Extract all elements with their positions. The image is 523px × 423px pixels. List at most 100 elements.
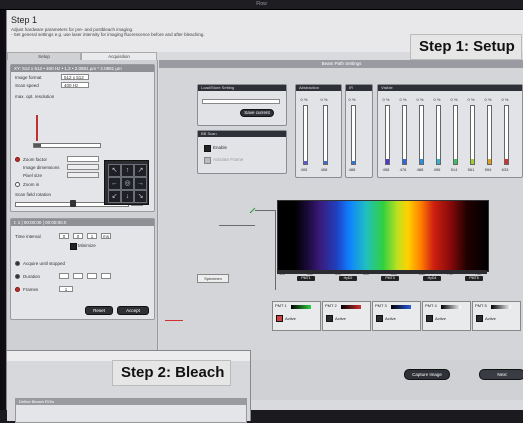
pan-down-icon[interactable]: ↓ (121, 190, 134, 203)
time-hours-input[interactable]: 0 (59, 233, 69, 239)
reset-button[interactable]: Reset (85, 306, 113, 315)
next-button[interactable]: Next (479, 369, 523, 380)
detector-range-4[interactable]: HyD4 (423, 276, 441, 281)
laser-slider-594[interactable] (487, 105, 492, 165)
spectrum-tick-label: 400 (279, 272, 285, 276)
laser-slider-633[interactable] (504, 105, 509, 165)
bb-activate-label: Activate Frame (213, 157, 244, 162)
laser-label: 496 (433, 167, 441, 172)
frames-radio[interactable] (15, 287, 20, 292)
pmt-lut-bar[interactable] (391, 305, 411, 309)
emission-spectrum[interactable] (277, 200, 489, 272)
bb-enable-checkbox[interactable] (204, 145, 211, 152)
zoom-in-radio[interactable] (15, 182, 20, 187)
pan-down-left-icon[interactable]: ↙ (108, 190, 121, 203)
scan-speed-select[interactable]: 400 Hz (61, 82, 89, 88)
scan-field-rotation-label: Scan field rotation (15, 192, 52, 197)
laser-slider-405[interactable] (303, 105, 308, 165)
zoom-in-label: Zoom in (23, 182, 40, 187)
laser-pct: 0 % (348, 97, 356, 102)
laser-slider-514[interactable] (453, 105, 458, 165)
beam-line (275, 210, 276, 290)
laser-slider-476[interactable] (402, 105, 407, 165)
pmt-title: PMT 2 (325, 303, 337, 308)
laser-label: 488 (416, 167, 424, 172)
laser-slider-488[interactable] (419, 105, 424, 165)
pmt-active-checkbox[interactable] (276, 315, 283, 322)
pan-control: ↖ ↑ ↗ ← ◎ → ↙ ↓ ↘ (104, 160, 149, 205)
pmt-panel-2: PMT 2 Active (322, 301, 371, 331)
detector-range-1[interactable]: PMT1 (297, 276, 315, 281)
time-unit-select[interactable]: ms (101, 233, 111, 239)
pan-center-icon[interactable]: ◎ (121, 177, 134, 190)
duration-radio[interactable] (15, 274, 20, 279)
save-current-button[interactable]: Save current (240, 109, 274, 117)
step2-overlay-label: Step 2: Bleach (112, 360, 232, 386)
pmt-active-label: Active (385, 316, 396, 321)
time-settings-group: t: 1 | 00:00:00 | 00:00:00.0 Time interv… (10, 218, 155, 320)
laser-slider-458[interactable] (323, 105, 328, 165)
laser-slider-458[interactable] (385, 105, 390, 165)
setting-select[interactable] (202, 99, 280, 104)
pan-up-icon[interactable]: ↑ (121, 164, 134, 177)
image-format-label: Image format (15, 75, 42, 80)
pmt-lut-bar[interactable] (491, 305, 511, 309)
pixel-size-value (67, 172, 99, 178)
detector-range-5[interactable]: PMT5 (465, 276, 483, 281)
zoom-factor-radio[interactable] (15, 157, 20, 162)
laser-slider-561[interactable] (470, 105, 475, 165)
pmt-lut-bar[interactable] (291, 305, 311, 309)
laser-pct: 0 % (467, 97, 475, 102)
duration-h-input[interactable] (59, 273, 69, 279)
pmt-active-label: Active (485, 316, 496, 321)
pan-right-icon[interactable]: → (134, 177, 147, 190)
beam-line (255, 210, 275, 211)
laser-box-visible: Visible 0 % 458 0 % 476 0 % 488 0 % 496 0 % 514 0 … (377, 84, 523, 178)
pmt-active-checkbox[interactable] (326, 315, 333, 322)
laser-label: 458 (320, 167, 328, 172)
pmt-active-checkbox[interactable] (376, 315, 383, 322)
bleach-roi-group: Define Bleach ROIs (15, 398, 247, 423)
acquire-until-stopped-radio[interactable] (15, 261, 20, 266)
capture-image-button[interactable]: Capture Image (404, 369, 450, 380)
pmt-panel-1: PMT 1 Active (272, 301, 321, 331)
frames-input[interactable]: 1 (59, 286, 73, 292)
pmt-lut-bar[interactable] (441, 305, 461, 309)
time-seconds-input[interactable]: 1 (87, 233, 97, 239)
resolution-slider[interactable] (33, 143, 101, 148)
duration-s-input[interactable] (87, 273, 97, 279)
pmt-active-checkbox[interactable] (476, 315, 483, 322)
pan-up-left-icon[interactable]: ↖ (108, 164, 121, 177)
laser-pct: 0 % (433, 97, 441, 102)
window-title: Flow (256, 1, 267, 7)
pmt-panel-3: PMT 3 Active (372, 301, 421, 331)
duration-unit-input[interactable] (101, 273, 111, 279)
laser-label: 594 (484, 167, 492, 172)
laser-pct: 0 % (450, 97, 458, 102)
image-dimensions-label: Image dimensions (23, 165, 60, 170)
step1-description-2: - Set general settings e.g. use laser in… (11, 32, 205, 37)
time-minutes-input[interactable]: 0 (73, 233, 83, 239)
image-format-select[interactable]: 512 x 512 (61, 74, 89, 80)
pmt-lut-bar[interactable] (341, 305, 361, 309)
bb-activate-checkbox[interactable] (204, 157, 211, 164)
left-panel: XY: 512 x 512 • 400 Hz • 1.2 • 2.0881 µm… (7, 60, 158, 375)
pan-down-right-icon[interactable]: ↘ (134, 190, 147, 203)
detector-range-3[interactable]: PMT3 (381, 276, 399, 281)
laser-box-ir: IR 0 % 488 (345, 84, 373, 178)
pmt-active-checkbox[interactable] (426, 315, 433, 322)
laser-slider-496[interactable] (436, 105, 441, 165)
step1-title: Step 1 (11, 15, 38, 25)
minimize-checkbox[interactable] (70, 243, 77, 250)
accept-button[interactable]: Accept (117, 306, 149, 315)
time-interval-label: Time interval (15, 234, 41, 239)
app-window: Step 1 Adjust hardware parameters for pr… (6, 10, 523, 423)
zoom-factor-input[interactable] (67, 156, 99, 162)
detector-range-2[interactable]: HyD2 (339, 276, 357, 281)
pan-up-right-icon[interactable]: ↗ (134, 164, 147, 177)
laser-label: 514 (450, 167, 458, 172)
pixel-size-label: Pixel size (23, 173, 43, 178)
pan-left-icon[interactable]: ← (108, 177, 121, 190)
laser-slider-488[interactable] (351, 105, 356, 165)
duration-m-input[interactable] (73, 273, 83, 279)
